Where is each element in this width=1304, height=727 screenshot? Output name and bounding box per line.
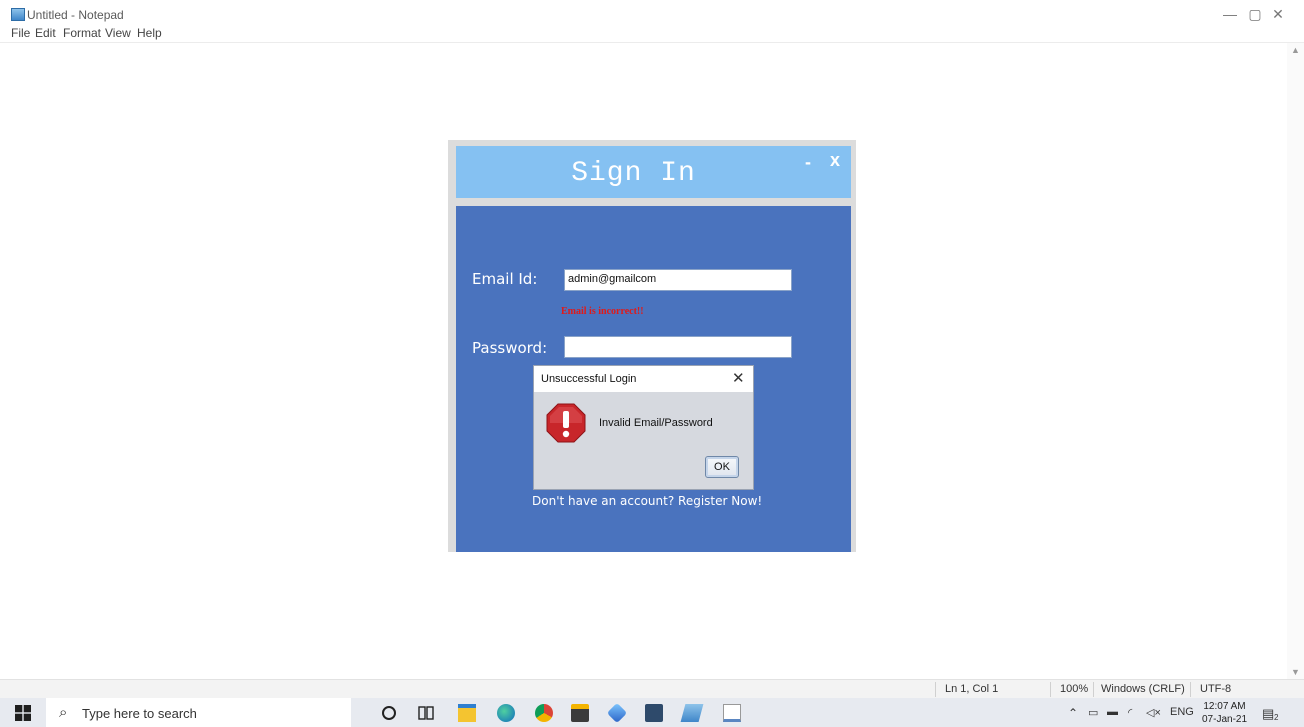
signin-title: Sign In [571, 158, 696, 189]
volume-muted-icon[interactable]: ◁× [1146, 706, 1161, 719]
chrome-icon[interactable] [535, 704, 553, 722]
meet-now-icon[interactable]: ▭ [1088, 706, 1098, 719]
cursor-position: Ln 1, Col 1 [945, 683, 999, 695]
signin-minimize-button[interactable]: - [805, 152, 811, 173]
notification-icon[interactable]: ▤ [1262, 706, 1274, 722]
dialog-title: Unsuccessful Login [541, 373, 637, 385]
menu-edit[interactable]: Edit [35, 26, 56, 40]
windows-start-icon[interactable] [15, 705, 31, 721]
dialog-titlebar: Unsuccessful Login ✕ [534, 366, 753, 392]
language-indicator[interactable]: ENG [1170, 706, 1194, 718]
line-ending: Windows (CRLF) [1101, 683, 1185, 695]
scroll-up-icon[interactable]: ▲ [1287, 45, 1304, 55]
status-divider [1190, 682, 1191, 697]
mysql-icon[interactable] [645, 704, 663, 722]
search-placeholder: Type here to search [82, 706, 197, 721]
password-label: Password: [472, 339, 548, 357]
zoom-level: 100% [1060, 683, 1089, 695]
java-app-icon[interactable] [723, 704, 741, 722]
menu-format[interactable]: Format [63, 26, 101, 40]
scroll-down-icon[interactable]: ▼ [1287, 667, 1304, 677]
edge-icon[interactable] [497, 704, 515, 722]
signin-close-button[interactable]: x [830, 150, 840, 171]
store-icon[interactable] [571, 704, 589, 722]
register-link[interactable]: Don't have an account? Register Now! [532, 494, 762, 508]
status-divider [1093, 682, 1094, 697]
notepad-titlebar: Untitled - Notepad — ▢ ✕ [0, 0, 1304, 22]
clock[interactable]: 12:07 AM 07-Jan-21 [1202, 700, 1247, 726]
tray-chevron-icon[interactable]: ⌃ [1068, 706, 1078, 720]
password-field[interactable] [564, 336, 792, 358]
search-icon: ⌕ [59, 704, 68, 721]
vertical-scrollbar[interactable]: ▲ ▼ [1287, 43, 1304, 679]
status-divider [935, 682, 936, 697]
file-explorer-icon[interactable] [458, 704, 476, 722]
dialog-message: Invalid Email/Password [599, 417, 713, 429]
ok-button[interactable]: OK [705, 456, 739, 478]
taskbar-search-box[interactable]: ⌕ Type here to search [46, 698, 351, 727]
menubar-divider [0, 42, 1304, 43]
clock-date: 07-Jan-21 [1202, 714, 1248, 725]
error-stop-icon [546, 403, 586, 443]
maximize-button[interactable]: ▢ [1245, 6, 1265, 23]
wifi-icon[interactable]: ◜ [1128, 706, 1132, 719]
notepad-icon [11, 8, 25, 21]
signin-window: Sign In - x Email Id: admin@gmailcom Ema… [448, 140, 856, 552]
menu-help[interactable]: Help [137, 26, 162, 40]
notification-count: 2 [1274, 713, 1279, 722]
taskbar: ⌕ Type here to search ⌃ ▭ ▬ ◜ ◁× ENG 12:… [0, 698, 1304, 727]
dialog-close-button[interactable]: ✕ [732, 369, 745, 387]
minimize-button[interactable]: — [1220, 6, 1240, 22]
notepad-statusbar: Ln 1, Col 1 100% Windows (CRLF) UTF-8 [0, 679, 1304, 699]
signin-header: Sign In - x [456, 146, 851, 198]
menu-view[interactable]: View [105, 26, 131, 40]
app-icon[interactable] [606, 702, 628, 724]
cortana-icon[interactable] [382, 706, 396, 720]
status-divider [1050, 682, 1051, 697]
battery-icon[interactable]: ▬ [1107, 706, 1118, 718]
encoding: UTF-8 [1200, 683, 1232, 695]
clock-time: 12:07 AM [1203, 701, 1246, 712]
menu-file[interactable]: File [11, 26, 30, 40]
notepad-taskbar-icon[interactable] [680, 704, 704, 722]
unsuccessful-login-dialog: Unsuccessful Login ✕ Invalid Email/Passw… [533, 365, 754, 490]
task-view-icon[interactable] [417, 704, 435, 722]
email-field[interactable]: admin@gmailcom [564, 269, 792, 291]
email-error-text: Email is incorrect!! [561, 306, 644, 317]
close-button[interactable]: ✕ [1268, 6, 1288, 23]
email-label: Email Id: [472, 270, 538, 288]
notepad-title: Untitled - Notepad [27, 8, 124, 22]
